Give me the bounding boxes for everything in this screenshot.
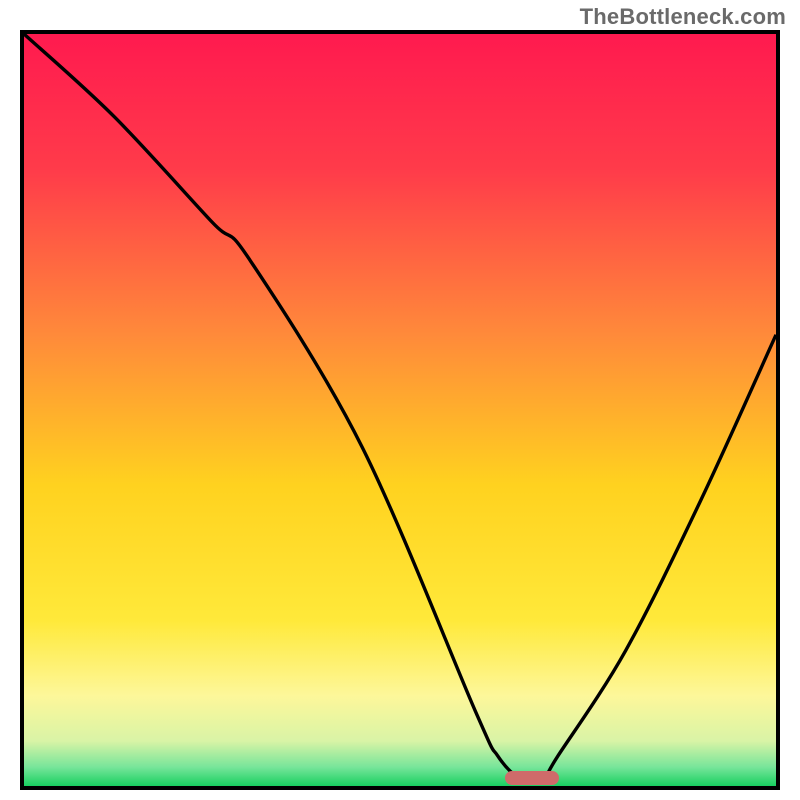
bottleneck-curve-path	[24, 34, 776, 781]
watermark-text: TheBottleneck.com	[580, 4, 786, 30]
curve-layer	[24, 34, 776, 786]
optimum-marker	[505, 771, 559, 785]
bottleneck-chart: TheBottleneck.com	[0, 0, 800, 800]
plot-area	[20, 30, 780, 790]
